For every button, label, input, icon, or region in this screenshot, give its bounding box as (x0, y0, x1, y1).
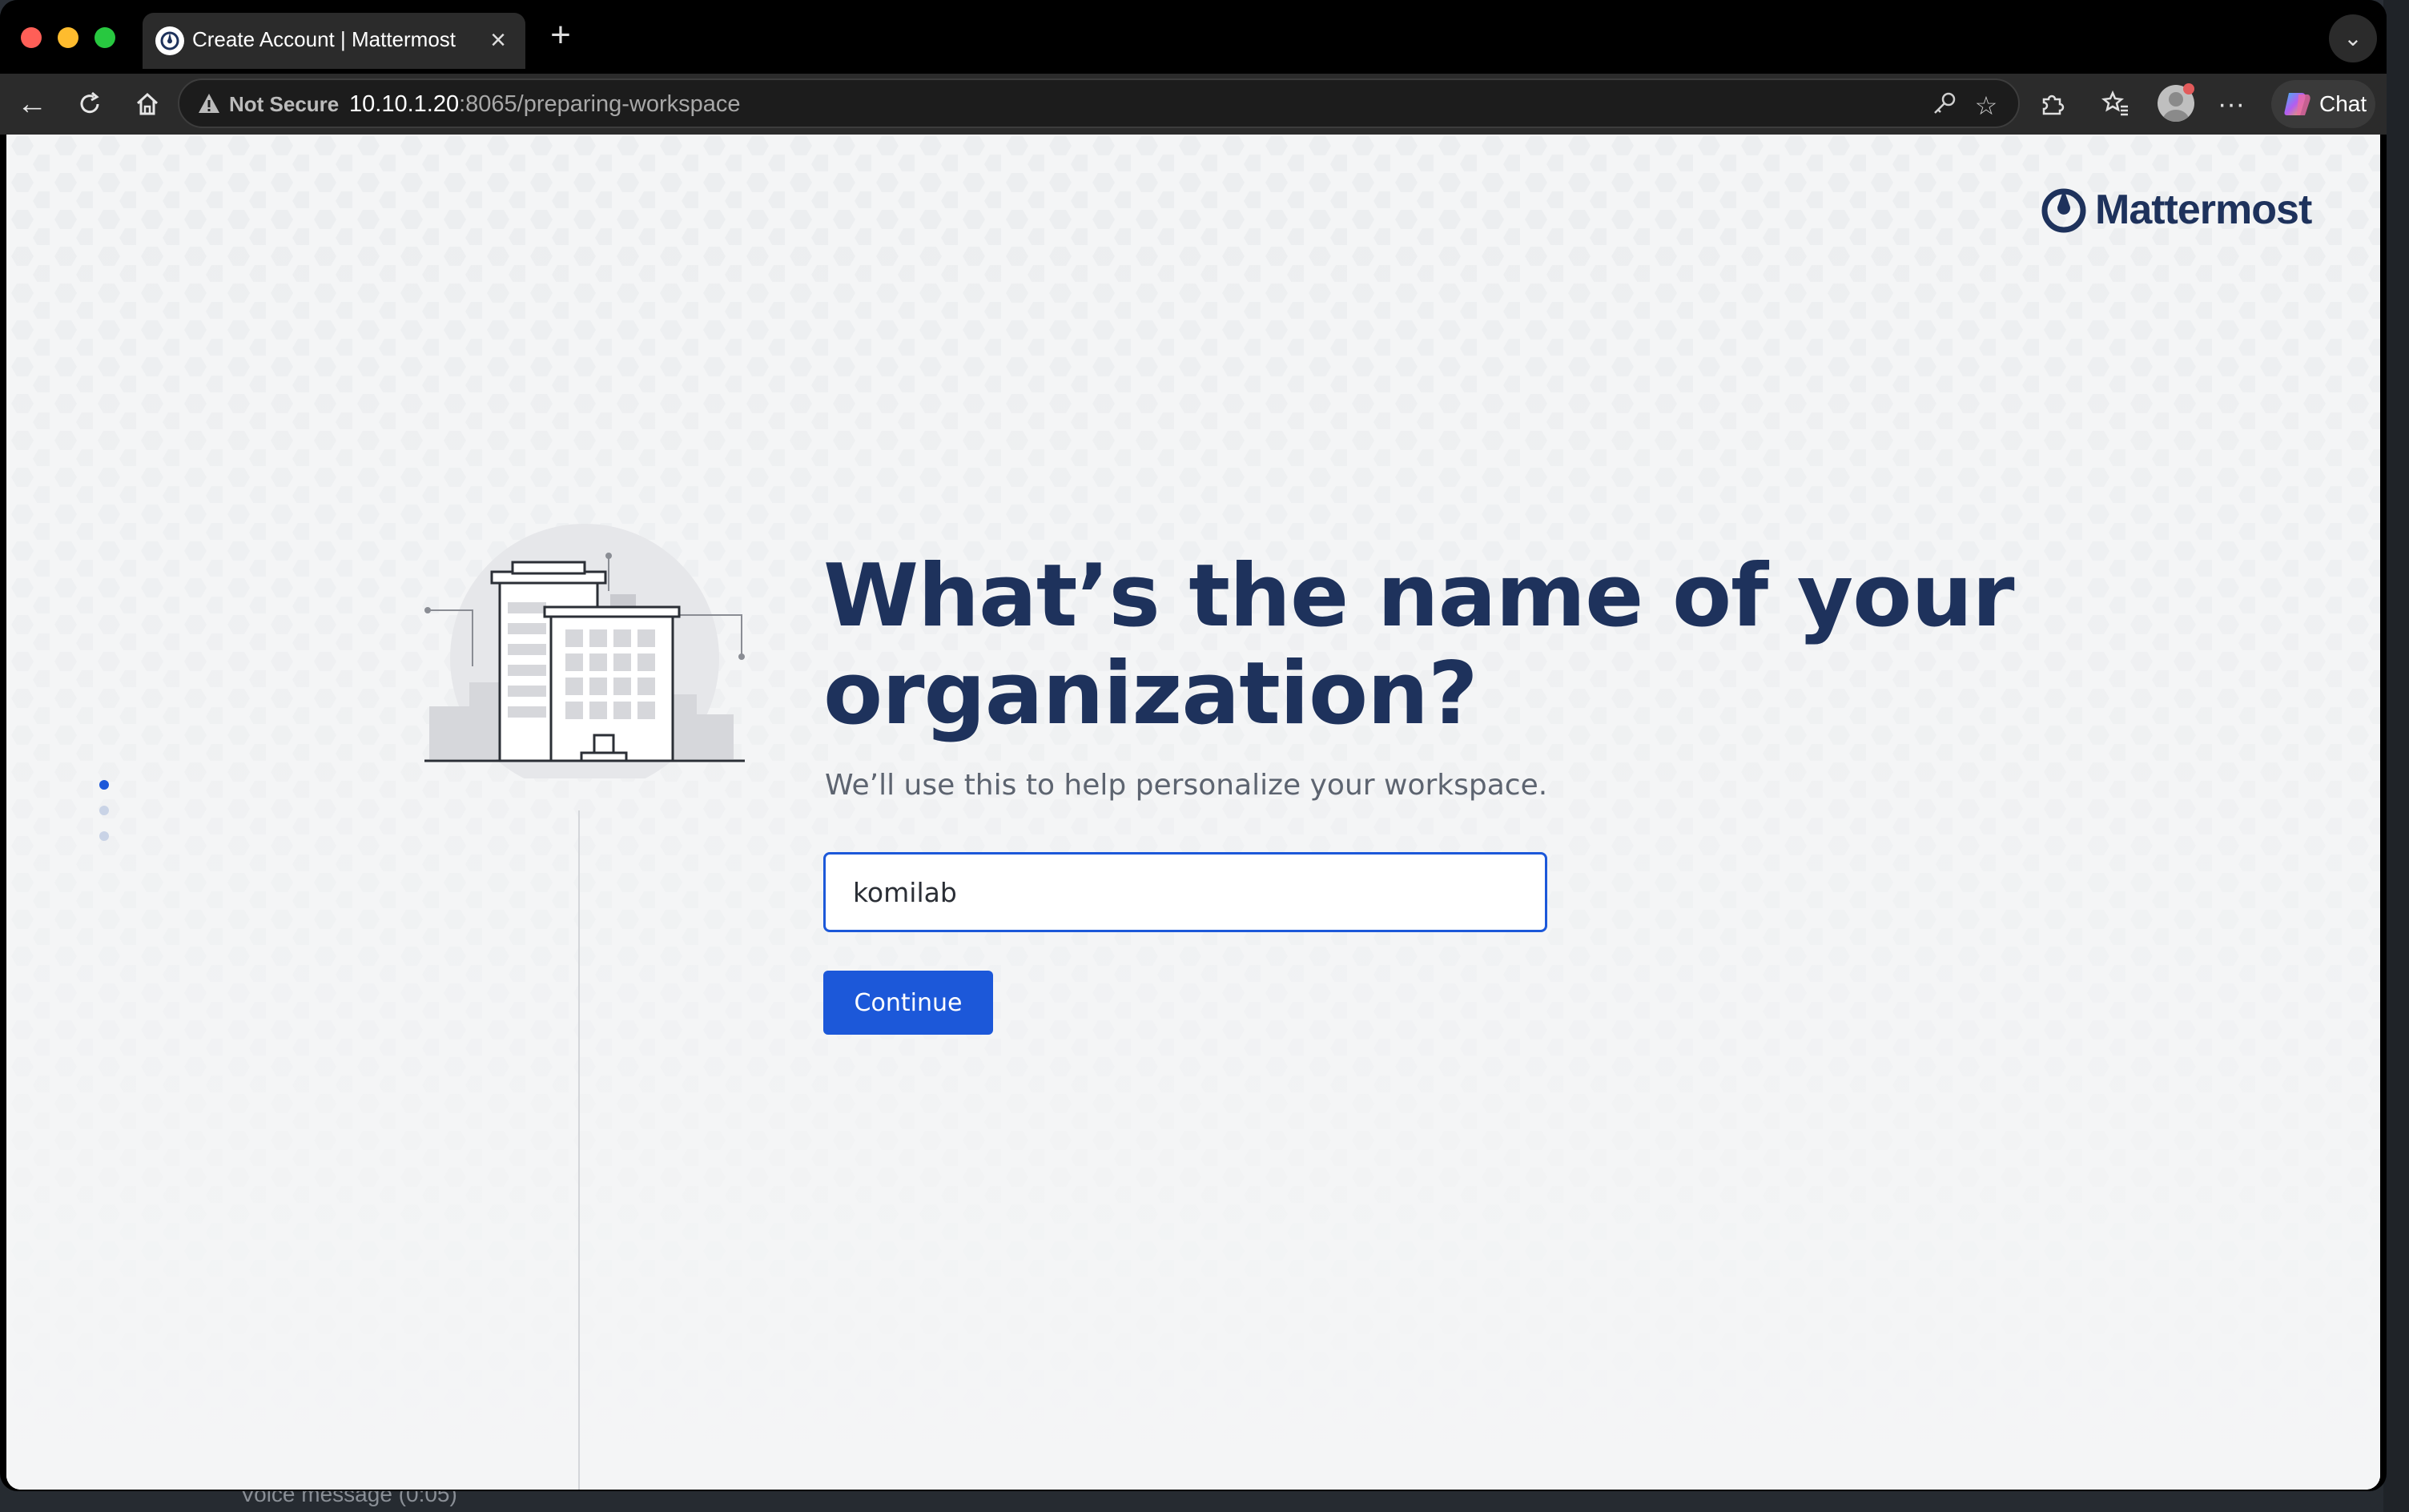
chat-button[interactable]: Chat (2271, 80, 2375, 128)
minimize-window-button[interactable] (58, 27, 78, 48)
chat-label: Chat (2319, 91, 2367, 116)
progress-step-1 (99, 780, 109, 790)
star-icon[interactable]: ☆ (1970, 90, 2002, 122)
close-window-button[interactable] (21, 27, 42, 48)
progress-step-2 (99, 806, 109, 815)
url-host: 10.10.1.20 (349, 91, 460, 117)
progress-divider (578, 810, 580, 1490)
copilot-icon (2281, 88, 2313, 124)
profile-notification-badge (2183, 83, 2194, 94)
page-title: What’s the name of your organization? (823, 546, 2014, 744)
desktop-edge (2383, 0, 2409, 1512)
navigation-bar: ← Not Secure 10.10.1.20:8065/preparing-w… (0, 74, 2387, 135)
page-content: Mattermost What’s the name of your organ… (6, 135, 2380, 1490)
close-icon[interactable]: × (482, 24, 514, 56)
back-arrow-icon[interactable]: ← (11, 83, 53, 125)
building-illustration (424, 524, 745, 778)
organization-name-input[interactable] (823, 852, 1547, 932)
address-bar[interactable]: Not Secure 10.10.1.20:8065/preparing-wor… (178, 78, 2020, 128)
chevron-down-icon[interactable]: ⌄ (2329, 14, 2377, 62)
mattermost-favicon-icon (155, 26, 184, 55)
page-subtitle: We’ll use this to help personalize your … (825, 769, 1548, 802)
plus-icon[interactable]: + (541, 16, 580, 54)
maximize-window-button[interactable] (95, 27, 115, 48)
browser-window: Create Account | Mattermost × + ⌄ ← Not … (0, 0, 2387, 1491)
hexagon-background-pattern (6, 135, 2380, 1490)
warning-icon[interactable] (197, 91, 221, 119)
progress-step-3 (99, 831, 109, 841)
extensions-icon[interactable] (2031, 83, 2073, 125)
home-icon[interactable] (127, 83, 168, 125)
favorites-icon[interactable] (2095, 83, 2137, 125)
mattermost-logo: Mattermost (2039, 184, 2312, 238)
mattermost-logo-icon (2041, 188, 2086, 233)
tab-create-account[interactable]: Create Account | Mattermost × (143, 13, 525, 69)
key-icon[interactable] (1928, 90, 1961, 122)
brand-name: Mattermost (2095, 187, 2312, 233)
url-text[interactable]: 10.10.1.20:8065/preparing-workspace (349, 91, 741, 118)
url-path: :8065/preparing-workspace (459, 91, 741, 117)
tab-strip: Create Account | Mattermost × + ⌄ (0, 0, 2387, 74)
continue-button[interactable]: Continue (823, 971, 993, 1035)
reload-icon[interactable] (69, 83, 111, 125)
more-icon[interactable]: ··· (2210, 83, 2252, 125)
tab-title: Create Account | Mattermost (192, 27, 456, 51)
security-label[interactable]: Not Secure (229, 92, 339, 117)
